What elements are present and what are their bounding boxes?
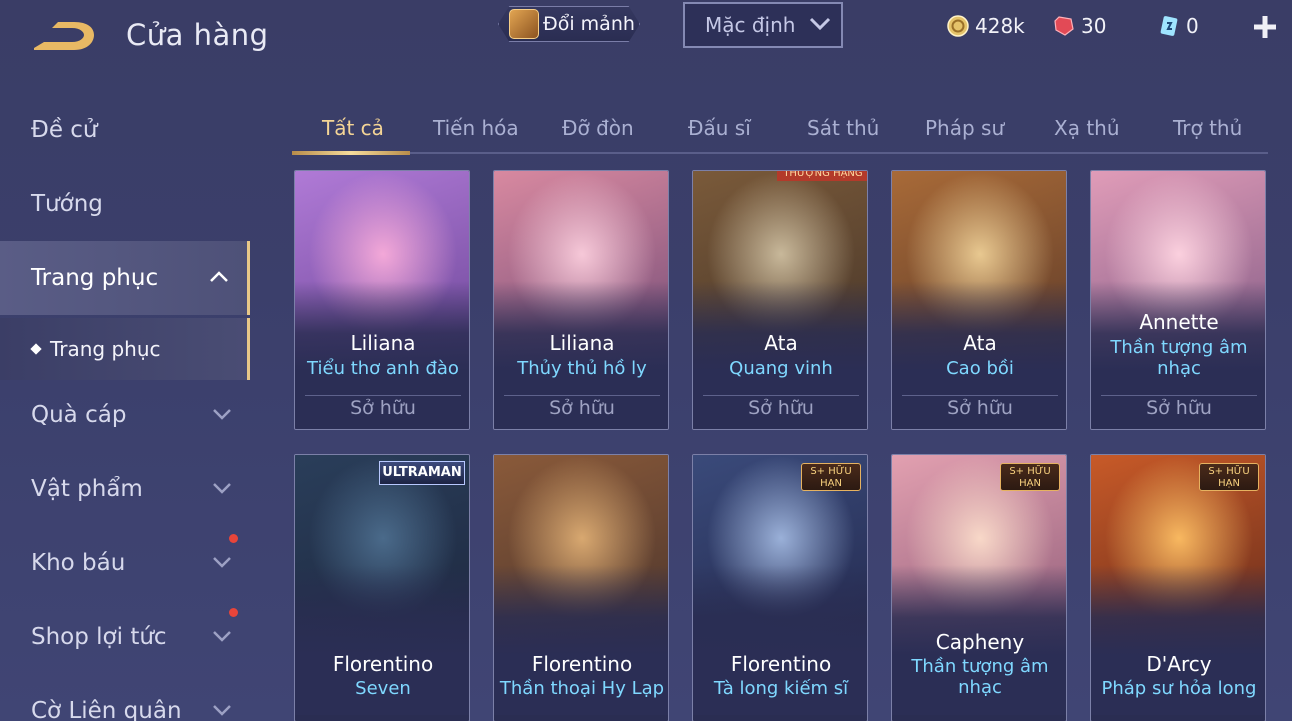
diamond-bullet-icon [30,343,42,355]
category-sidebar: Đề cử Tướng Trang phục Trang phục Quà cá… [0,88,250,721]
sidebar-subitem-label: Trang phục [50,337,161,361]
skin-card[interactable]: Annette Thần tượng âm nhạc Sở hữu [1090,170,1266,430]
gold-amount: 428k [975,14,1025,38]
hero-name: Liliana [350,331,416,355]
sidebar-item-label: Kho báu [31,550,126,576]
skin-name: Thần tượng âm nhạc [911,656,1049,698]
sidebar-item-label: Tướng [31,191,103,217]
gold-coin-icon [947,15,969,37]
tab-tank[interactable]: Đỡ đòn [562,116,634,140]
sidebar-item-label: Trang phục [31,265,159,291]
tab-all[interactable]: Tất cả [322,116,384,140]
owned-label: Sở hữu [549,397,615,419]
sidebar-item-label: Đề cử [31,117,98,143]
exchange-fragments-label: Đổi mảnh [543,13,635,35]
hero-name: Liliana [549,331,615,355]
gem-balance: 30 [1053,14,1106,38]
sidebar-item-treasure[interactable]: Kho báu [0,526,250,600]
chevron-down-icon [213,557,231,568]
chevron-down-icon [809,17,831,31]
voucher-balance: 0 [1158,14,1199,38]
notification-dot [229,608,238,617]
skin-card[interactable]: S+ HỮU HẠN Capheny Thần tượng âm nhạc [891,454,1067,721]
tab-fighter[interactable]: Đấu sĩ [688,116,751,140]
active-tab-indicator [292,151,410,155]
skin-name: Tiểu thơ anh đào [307,358,459,379]
skin-card[interactable]: S+ HỮU HẠN Florentino Tà long kiếm sĩ [692,454,868,721]
sidebar-item-profit-shop[interactable]: Shop lợi tức [0,600,250,674]
page-title: Cửa hàng [126,18,269,52]
hero-name: Florentino [531,652,633,676]
skin-card[interactable]: Liliana Tiểu thơ anh đào Sở hữu [294,170,470,430]
hero-name: D'Arcy [1146,652,1212,676]
sort-dropdown-value: Mặc định [705,13,796,37]
sidebar-item-items[interactable]: Vật phẩm [0,452,250,526]
skin-name: Thần thoại Hy Lạp [499,678,665,699]
chevron-down-icon [213,631,231,642]
skin-tier-badge: THƯỢNG HẠNG [777,171,867,181]
owned-label: Sở hữu [748,397,814,419]
tab-assassin[interactable]: Sát thủ [807,116,879,140]
sidebar-item-recommended[interactable]: Đề cử [0,93,250,167]
top-bar: Cửa hàng Đổi mảnh Mặc định 428k 30 0 [0,0,1292,72]
skin-card[interactable]: ULTRAMAN Florentino Seven [294,454,470,721]
skin-name: Quang vinh [729,358,833,379]
sidebar-item-heroes[interactable]: Tướng [0,167,250,241]
skin-name: Thần tượng âm nhạc [1110,337,1248,379]
gem-amount: 30 [1081,14,1107,38]
top-up-button[interactable] [1252,14,1278,40]
hero-name: Ata [963,331,997,355]
skin-name: Seven [355,678,411,699]
skin-card[interactable]: THƯỢNG HẠNG Ata Quang vinh Sở hữu [692,170,868,430]
sidebar-item-chess[interactable]: Cờ Liên quân [0,674,250,721]
skin-card[interactable]: Florentino Thần thoại Hy Lạp [493,454,669,721]
fragment-chest-icon [509,9,539,39]
skin-name: Cao bồi [946,358,1014,379]
skin-name: Tà long kiếm sĩ [713,678,849,699]
gold-balance: 428k [947,14,1025,38]
limited-badge: S+ HỮU HẠN [1000,463,1060,491]
hero-name: Ata [764,331,798,355]
role-tabs: Tất cả Tiến hóa Đỡ đòn Đấu sĩ Sát thủ Ph… [292,112,1268,155]
sidebar-item-gifts[interactable]: Quà cáp [0,378,250,452]
sidebar-item-label: Shop lợi tức [31,624,167,650]
sidebar-subitem-skins[interactable]: Trang phục [0,318,250,380]
notification-dot [229,534,238,543]
tab-marksman[interactable]: Xạ thủ [1054,116,1120,140]
chevron-down-icon [213,483,231,494]
back-button[interactable] [30,18,98,54]
hero-name: Florentino [730,652,832,676]
tab-evolution[interactable]: Tiến hóa [433,116,519,140]
skin-card[interactable]: Ata Cao bồi Sở hữu [891,170,1067,430]
limited-badge: S+ HỮU HẠN [1199,463,1259,491]
chevron-down-icon [213,705,231,716]
sidebar-item-label: Vật phẩm [31,476,143,502]
limited-badge: S+ HỮU HẠN [801,463,861,491]
hero-name: Annette [1139,310,1219,334]
plus-icon [1254,16,1276,38]
sidebar-item-skins[interactable]: Trang phục [0,241,250,315]
owned-label: Sở hữu [947,397,1013,419]
skin-name: Pháp sư hỏa long [1101,678,1257,699]
voucher-amount: 0 [1186,14,1199,38]
skin-card[interactable]: Liliana Thủy thủ hồ ly Sở hữu [493,170,669,430]
owned-label: Sở hữu [350,397,416,419]
chevron-down-icon [213,409,231,420]
collab-badge: ULTRAMAN [379,461,465,485]
tab-support[interactable]: Trợ thủ [1173,116,1242,140]
owned-label: Sở hữu [1146,397,1212,419]
sort-dropdown[interactable]: Mặc định [683,2,843,48]
chevron-up-icon [210,271,228,282]
hero-name: Capheny [935,630,1025,654]
sidebar-item-label: Cờ Liên quân [31,698,182,721]
red-gem-icon [1054,16,1074,36]
skin-name: Thủy thủ hồ ly [517,358,647,379]
sidebar-item-label: Quà cáp [31,402,127,428]
hero-name: Florentino [332,652,434,676]
voucher-card-icon [1160,16,1178,36]
tab-mage[interactable]: Pháp sư [925,116,1004,140]
exchange-fragments-button[interactable]: Đổi mảnh [498,6,640,42]
back-arrow-icon [34,22,94,50]
skin-card[interactable]: S+ HỮU HẠN D'Arcy Pháp sư hỏa long [1090,454,1266,721]
